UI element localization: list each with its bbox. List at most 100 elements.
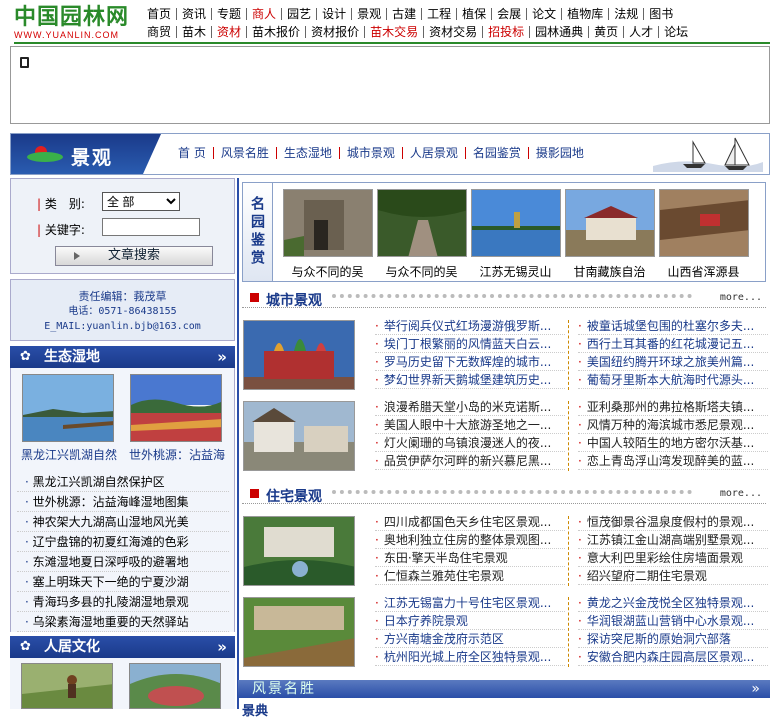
wetland-caption-2[interactable]: 世外桃源：沾益海 <box>129 446 231 463</box>
banner-nav-link[interactable]: 城市景观 <box>338 147 402 159</box>
news-item[interactable]: 恋上青岛浮山湾发现醉美的蓝... <box>578 452 768 470</box>
gallery-caption-3[interactable]: 江苏无锡灵山 <box>468 263 563 280</box>
list-item[interactable]: 东滩湿地夏日深呼吸的避署地 <box>17 552 229 572</box>
news-item[interactable]: 意大利巴里彩绘住房墙面景观 <box>578 549 768 567</box>
list-item[interactable]: 青海玛多县的扎陵湖湿地景观 <box>17 592 229 612</box>
news-item[interactable]: 举行阅兵仪式红场漫游俄罗斯... <box>375 317 565 335</box>
news-item[interactable]: 浪漫希腊天堂小岛的米克诺斯... <box>375 398 565 416</box>
gallery-photo-3[interactable] <box>471 189 561 257</box>
news-item[interactable]: 奥地利独立住房的整体景观图... <box>375 531 565 549</box>
living-header[interactable]: 人居文化 <box>10 636 235 658</box>
gallery-caption-4[interactable]: 甘南藏族自治 <box>562 263 657 280</box>
news-item[interactable]: 东田·擎天半岛住宅景观 <box>375 549 565 567</box>
top-nav-link[interactable]: 景观 <box>352 8 388 20</box>
top-nav-link[interactable]: 工程 <box>422 8 458 20</box>
banner-nav-link[interactable]: 人居景观 <box>401 147 465 159</box>
news-item[interactable]: 恒茂御景谷温泉度假村的景观... <box>578 513 768 531</box>
news-item[interactable]: 品赏伊萨尔河畔的新兴慕尼黑... <box>375 452 565 470</box>
news-item[interactable]: 探访突尼斯的原始洞穴部落 <box>578 630 768 648</box>
list-item[interactable]: 乌梁素海湿地重要的天然驿站 <box>17 612 229 632</box>
top-nav-link[interactable]: 植物库 <box>562 8 610 20</box>
editor-email[interactable]: E_MAIL:yuanlin.bjb@163.com <box>11 319 234 334</box>
news-item[interactable]: 埃门丁根繁丽的风情蓝天白云... <box>375 335 565 353</box>
news-item[interactable]: 葡萄牙里斯本大航海时代源头... <box>578 371 768 389</box>
banner-nav-link[interactable]: 生态湿地 <box>275 147 339 159</box>
gallery-photo-5[interactable] <box>659 189 749 257</box>
banner-nav-link[interactable]: 摄影园地 <box>527 147 591 159</box>
city-photo-1[interactable] <box>243 320 355 390</box>
residential-photo-2[interactable] <box>243 597 355 667</box>
city-photo-2[interactable] <box>243 401 355 471</box>
top-nav-link[interactable]: 论文 <box>527 8 563 20</box>
scenic-header[interactable]: 风景名胜 <box>238 680 770 698</box>
top-nav-link[interactable]: 古建 <box>387 8 423 20</box>
top-nav-link[interactable]: 资材 <box>212 26 248 38</box>
top-nav-link[interactable]: 苗木 <box>177 26 213 38</box>
news-item[interactable]: 黄龙之兴金茂悦全区独特景观... <box>578 594 768 612</box>
news-item[interactable]: 四川成都国色天乡住宅区景观... <box>375 513 565 531</box>
residential-more-link[interactable]: more... <box>720 488 762 499</box>
top-nav-link[interactable]: 商贸 <box>142 26 178 38</box>
top-nav-link[interactable]: 园林通典 <box>530 26 590 38</box>
news-item[interactable]: 日本疗养院景观 <box>375 612 565 630</box>
banner-nav-link[interactable]: 名园鉴赏 <box>464 147 528 159</box>
news-item[interactable]: 杭州阳光城上府全区独特景观... <box>375 648 565 666</box>
wetland-photo-2[interactable] <box>130 374 222 442</box>
top-nav-link[interactable]: 招投标 <box>483 26 531 38</box>
top-nav-link[interactable]: 图书 <box>644 8 678 20</box>
news-item[interactable]: 中国人较陌生的地方密尔沃基... <box>578 434 768 452</box>
top-nav-link[interactable]: 苗木报价 <box>247 26 307 38</box>
news-item[interactable]: 方兴南塘金茂府示范区 <box>375 630 565 648</box>
list-item[interactable]: 神农架大九湖高山湿地风光美 <box>17 512 229 532</box>
news-item[interactable]: 美国人眼中十大旅游圣地之一... <box>375 416 565 434</box>
news-item[interactable]: 梦幻世界新天鹅城堡建筑历史... <box>375 371 565 389</box>
top-nav-link[interactable]: 黄页 <box>589 26 625 38</box>
top-nav-link[interactable]: 法规 <box>609 8 645 20</box>
search-button[interactable]: 文章搜索 <box>55 246 213 266</box>
gallery-photo-4[interactable] <box>565 189 655 257</box>
news-item[interactable]: 江苏无锡富力十号住宅区景观... <box>375 594 565 612</box>
banner-nav-link[interactable]: 风景名胜 <box>212 147 276 159</box>
category-select[interactable]: 全 部 <box>102 192 180 211</box>
news-item[interactable]: 美国纽约腾开环球之旅美州篇... <box>578 353 768 371</box>
top-nav-link[interactable]: 商人 <box>247 8 283 20</box>
gallery-caption-1[interactable]: 与众不同的吴 <box>280 263 375 280</box>
top-nav-link[interactable]: 专题 <box>212 8 248 20</box>
living-photo-2[interactable] <box>129 663 221 709</box>
list-item[interactable]: 黑龙江兴凯湖自然保护区 <box>17 472 229 492</box>
top-nav-link[interactable]: 植保 <box>457 8 493 20</box>
top-nav-link[interactable]: 资材报价 <box>306 26 366 38</box>
news-item[interactable]: 仁恒森兰雅苑住宅景观 <box>375 567 565 585</box>
city-more-link[interactable]: more... <box>720 292 762 303</box>
news-item[interactable]: 西行土耳其番的红花城漫记五... <box>578 335 768 353</box>
top-nav-link[interactable]: 设计 <box>317 8 353 20</box>
list-item[interactable]: 世外桃源：沾益海峰湿地图集 <box>17 492 229 512</box>
gallery-photo-1[interactable] <box>283 189 373 257</box>
news-item[interactable]: 灯火阑珊的乌镇浪漫迷人的夜... <box>375 434 565 452</box>
news-item[interactable]: 江苏镇江金山湖高端别墅景观... <box>578 531 768 549</box>
residential-photo-1[interactable] <box>243 516 355 586</box>
banner-nav-link[interactable]: 首 页 <box>171 147 213 159</box>
top-nav-link[interactable]: 会展 <box>492 8 528 20</box>
living-photo-1[interactable] <box>21 663 113 709</box>
gallery-caption-5[interactable]: 山西省浑源县 <box>656 263 751 280</box>
top-nav-link[interactable]: 资材交易 <box>424 26 484 38</box>
wetland-caption-1[interactable]: 黑龙江兴凯湖自然 <box>21 446 123 463</box>
news-item[interactable]: 罗马历史留下无数辉煌的城市... <box>375 353 565 371</box>
top-nav-link[interactable]: 论坛 <box>659 26 693 38</box>
news-item[interactable]: 亚利桑那州的弗拉格斯塔夫镇... <box>578 398 768 416</box>
news-item[interactable]: 被童话城堡包围的杜塞尔多夫... <box>578 317 768 335</box>
gallery-caption-2[interactable]: 与众不同的吴 <box>374 263 469 280</box>
gallery-photo-2[interactable] <box>377 189 467 257</box>
top-nav-link[interactable]: 资讯 <box>177 8 213 20</box>
list-item[interactable]: 辽宁盘锦的初夏红海滩的色彩 <box>17 532 229 552</box>
wetland-photo-1[interactable] <box>22 374 114 442</box>
news-item[interactable]: 绍兴望府二期住宅景观 <box>578 567 768 585</box>
top-nav-link[interactable]: 苗木交易 <box>365 26 425 38</box>
news-item[interactable]: 安徽合肥内森庄园高层区景观... <box>578 648 768 666</box>
news-item[interactable]: 华润银湖蓝山营销中心水景观... <box>578 612 768 630</box>
wetland-header[interactable]: 生态湿地 <box>10 346 235 368</box>
list-item[interactable]: 塞上明珠天下一绝的宁夏沙湖 <box>17 572 229 592</box>
top-nav-link[interactable]: 园艺 <box>282 8 318 20</box>
site-logo[interactable]: 中国园林网 WWW.YUANLIN.COM <box>14 5 142 40</box>
